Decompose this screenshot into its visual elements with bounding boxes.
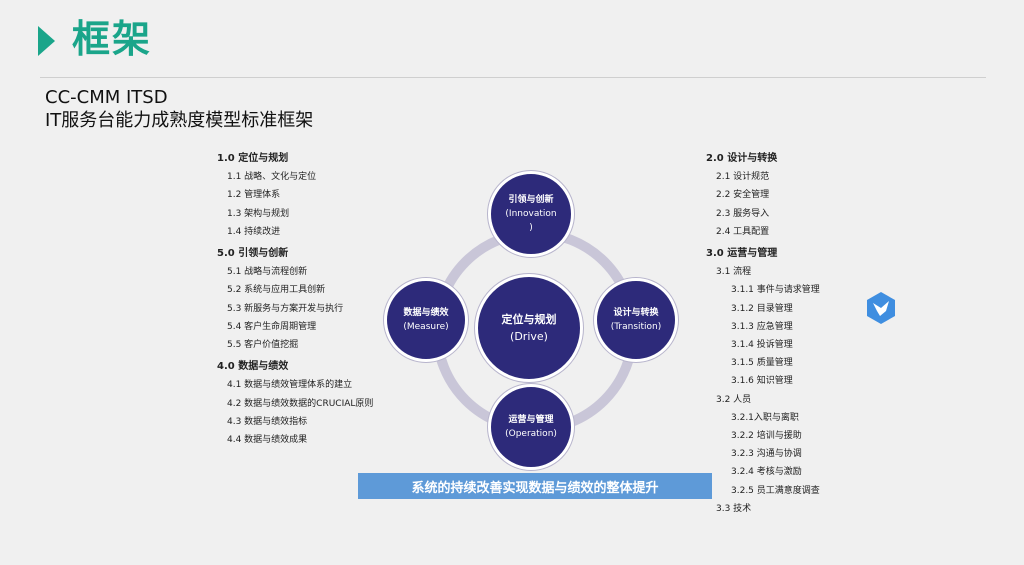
outline-item: 3.1.1 事件与请求管理 xyxy=(731,285,820,296)
outline-item: 3.1.4 投诉管理 xyxy=(731,340,793,351)
outline-item: 2.4 工具配置 xyxy=(716,226,770,237)
node-innovation-en-close: ) xyxy=(529,223,533,233)
subtitle-line-1: CC-CMM ITSD xyxy=(45,87,168,108)
outline-item: 4.3 数据与绩效指标 xyxy=(227,416,308,427)
outline-item: 1.4 持续改进 xyxy=(227,226,281,237)
outline-section-heading: 5.0 引领与创新 xyxy=(217,248,289,260)
outline-item: 2.1 设计规范 xyxy=(716,172,770,183)
outline-item: 2.3 服务导入 xyxy=(716,208,770,219)
node-innovation-en: (Innovation xyxy=(505,209,557,219)
node-measure-title: 数据与绩效 xyxy=(403,308,449,318)
outline-item: 3.2 人员 xyxy=(716,394,752,405)
outline-item: 3.1.6 知识管理 xyxy=(731,376,793,387)
node-transition: 设计与转换 (Transition) xyxy=(594,278,678,362)
node-drive-en: (Drive) xyxy=(510,330,548,343)
node-innovation-title: 引领与创新 xyxy=(508,195,554,205)
node-drive: 定位与规划 (Drive) xyxy=(475,274,583,382)
page-subtitle: CC-CMM ITSD IT服务台能力成熟度模型标准框架 xyxy=(45,86,313,132)
page-title: 框架 xyxy=(72,17,153,61)
outline-item: 5.2 系统与应用工具创新 xyxy=(227,285,326,296)
title-arrow-icon xyxy=(38,26,55,56)
outline-item: 1.3 架构与规划 xyxy=(227,208,290,219)
outline-item: 3.1.5 质量管理 xyxy=(731,358,793,369)
outline-item: 3.3 技术 xyxy=(716,503,752,514)
outline-section-heading: 1.0 定位与规划 xyxy=(217,153,289,164)
node-measure: 数据与绩效 (Measure) xyxy=(384,278,468,362)
outline-item: 4.1 数据与绩效管理体系的建立 xyxy=(227,380,353,391)
outline-section-heading: 2.0 设计与转换 xyxy=(706,153,778,164)
header-divider xyxy=(40,77,986,78)
bird-logo-icon[interactable] xyxy=(864,291,898,325)
outline-item: 3.2.5 员工满意度调查 xyxy=(731,485,820,496)
improvement-banner: 系统的持续改善实现数据与绩效的整体提升 xyxy=(358,473,712,499)
outline-item: 4.2 数据与绩效数据的CRUCIAL原则 xyxy=(227,398,374,409)
node-transition-en: (Transition) xyxy=(610,322,662,332)
outline-item: 3.2.1入职与离职 xyxy=(731,412,799,423)
node-operation: 运营与管理 (Operation) xyxy=(488,384,574,470)
outline-item: 3.2.2 培训与援助 xyxy=(731,431,802,442)
right-outline: 2.0 设计与转换 2.1 设计规范 2.2 安全管理 2.3 服务导入 2.4 工具配… xyxy=(706,150,820,518)
outline-section-heading: 3.0 运营与管理 xyxy=(706,248,778,260)
subtitle-line-2: IT服务台能力成熟度模型标准框架 xyxy=(45,110,314,131)
outline-item: 5.5 客户价值挖掘 xyxy=(227,340,299,351)
outline-item: 3.2.3 沟通与协调 xyxy=(731,449,802,460)
outline-item: 2.2 安全管理 xyxy=(716,190,770,201)
outline-item: 1.2 管理体系 xyxy=(227,190,281,201)
outline-item: 4.4 数据与绩效成果 xyxy=(227,435,308,446)
node-drive-title: 定位与规划 xyxy=(501,313,557,326)
outline-item: 5.1 战略与流程创新 xyxy=(227,267,308,278)
outline-item: 5.4 客户生命周期管理 xyxy=(227,321,317,332)
outline-item: 3.1.3 应急管理 xyxy=(731,321,793,332)
node-measure-en: (Measure) xyxy=(403,322,449,332)
outline-section-heading: 4.0 数据与绩效 xyxy=(217,361,289,373)
node-transition-title: 设计与转换 xyxy=(613,308,659,318)
outline-item: 3.1 流程 xyxy=(716,267,752,278)
outline-item: 1.1 战略、文化与定位 xyxy=(227,172,317,183)
node-operation-en: (Operation) xyxy=(505,429,557,439)
node-innovation: 引领与创新 (Innovation ) xyxy=(488,171,574,257)
outline-item: 5.3 新服务与方案开发与执行 xyxy=(227,303,344,314)
outline-item: 3.2.4 考核与激励 xyxy=(731,467,802,478)
node-operation-title: 运营与管理 xyxy=(508,415,554,425)
outline-item: 3.1.2 目录管理 xyxy=(731,303,793,314)
left-outline: 1.0 定位与规划 1.1 战略、文化与定位 1.2 管理体系 1.3 架构与规划 1.… xyxy=(217,150,373,449)
